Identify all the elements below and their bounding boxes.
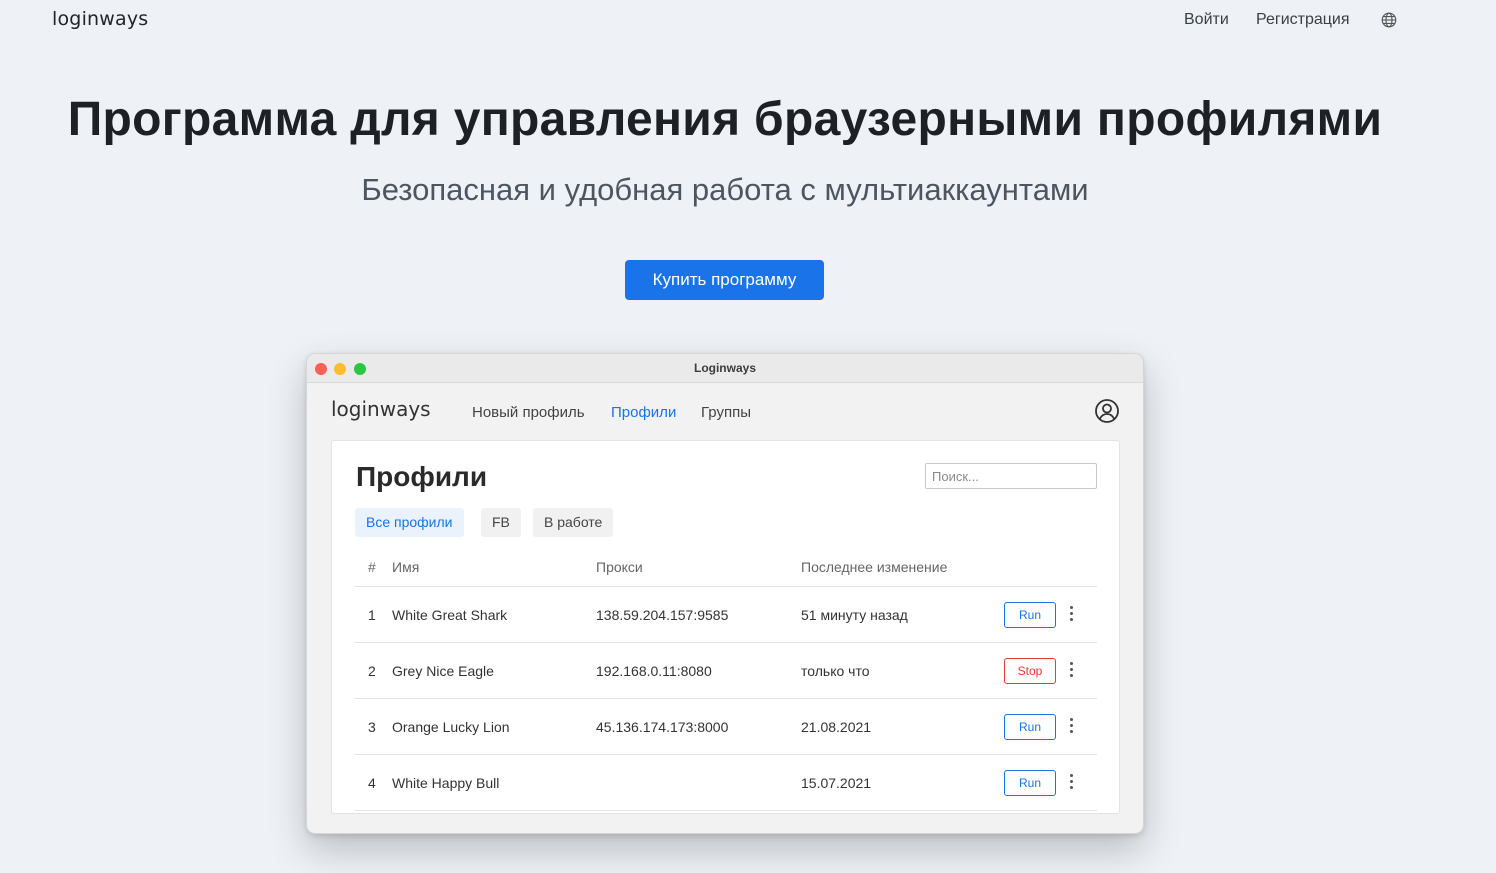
more-options-icon[interactable] (1067, 662, 1075, 680)
app-window-mockup: Loginways loginways Новый профиль Профил… (306, 353, 1144, 834)
nav-new-profile[interactable]: Новый профиль (472, 404, 585, 421)
table-row: 3 Orange Lucky Lion 45.136.174.173:8000 … (355, 699, 1097, 755)
filter-all-profiles[interactable]: Все профили (355, 508, 464, 537)
window-titlebar: Loginways (307, 354, 1143, 383)
top-navbar: loginways Войти Регистрация (0, 0, 1496, 40)
search-input[interactable] (925, 463, 1097, 489)
app-logo: loginways (331, 397, 431, 421)
profile-modified: 21.08.2021 (801, 719, 872, 735)
row-number: 3 (368, 719, 376, 735)
nav-profiles[interactable]: Профили (611, 404, 676, 421)
register-link[interactable]: Регистрация (1256, 11, 1350, 29)
globe-icon[interactable] (1381, 12, 1397, 28)
filter-in-work[interactable]: В работе (533, 508, 614, 537)
profile-name: Orange Lucky Lion (392, 719, 510, 735)
profile-modified: только что (801, 663, 870, 679)
row-number: 2 (368, 663, 376, 679)
column-header-number: # (368, 559, 376, 575)
profile-modified: 15.07.2021 (801, 775, 872, 791)
more-options-icon[interactable] (1067, 606, 1075, 624)
row-number: 1 (368, 607, 376, 623)
table-row: 2 Grey Nice Eagle 192.168.0.11:8080 толь… (355, 643, 1097, 699)
table-row: 4 White Happy Bull 15.07.2021 Run (355, 755, 1097, 811)
profile-name: Grey Nice Eagle (392, 663, 494, 679)
nav-groups[interactable]: Группы (701, 404, 751, 421)
run-button[interactable]: Run (1004, 770, 1056, 796)
profiles-panel: Профили Все профили FB В работе # Имя Пр… (331, 440, 1120, 814)
site-logo[interactable]: loginways (52, 8, 148, 30)
column-header-proxy: Прокси (596, 559, 643, 575)
more-options-icon[interactable] (1067, 718, 1075, 736)
window-title: Loginways (693, 361, 756, 375)
profile-proxy: 138.59.204.157:9585 (596, 607, 729, 623)
buy-program-button[interactable]: Купить программу (625, 260, 824, 300)
hero-title: Программа для управления браузерными про… (67, 93, 1383, 146)
profile-modified: 51 минуту назад (801, 607, 908, 623)
row-number: 4 (368, 775, 376, 791)
user-circle-icon[interactable] (1094, 398, 1120, 424)
profile-proxy: 45.136.174.173:8000 (596, 719, 729, 735)
hero-subtitle: Безопасная и удобная работа с мультиакка… (361, 172, 1089, 207)
run-button[interactable]: Run (1004, 714, 1056, 740)
login-link[interactable]: Войти (1184, 11, 1229, 29)
run-button[interactable]: Run (1004, 602, 1056, 628)
table-row: 1 White Great Shark 138.59.204.157:9585 … (355, 587, 1097, 643)
stop-button[interactable]: Stop (1004, 658, 1056, 684)
filter-fb[interactable]: FB (481, 508, 521, 537)
more-options-icon[interactable] (1067, 774, 1075, 792)
profile-name: White Happy Bull (392, 775, 500, 791)
column-header-last-modified: Последнее изменение (801, 559, 948, 575)
column-header-name: Имя (392, 559, 420, 575)
profile-proxy: 192.168.0.11:8080 (596, 663, 712, 679)
profile-name: White Great Shark (392, 607, 508, 623)
panel-title: Профили (356, 461, 488, 492)
